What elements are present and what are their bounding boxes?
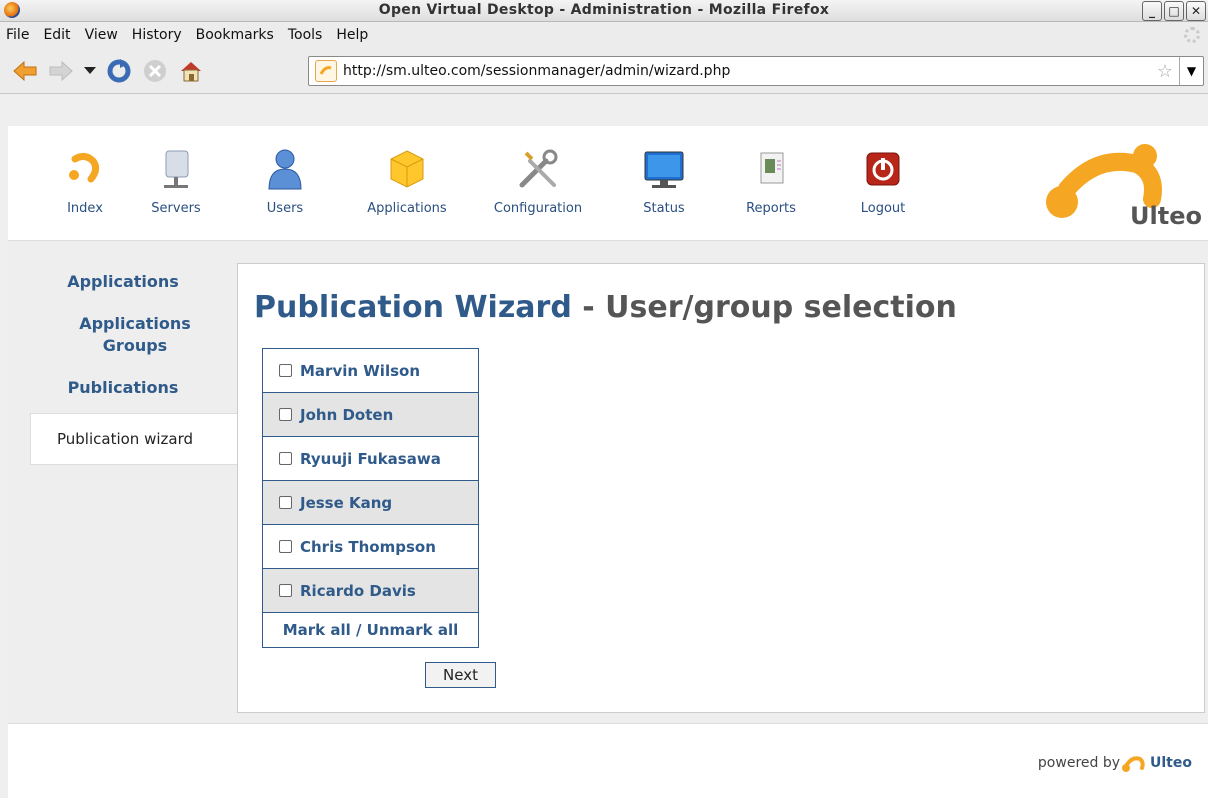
user-checkbox[interactable] bbox=[279, 452, 292, 465]
window-left-edge bbox=[0, 126, 8, 798]
url-dropdown-button[interactable]: ▼ bbox=[1179, 57, 1203, 85]
forward-button[interactable] bbox=[46, 56, 76, 86]
powered-by-text: powered by bbox=[1037, 755, 1121, 771]
page-title: Publication Wizard - User/group selectio… bbox=[254, 290, 957, 325]
package-icon bbox=[390, 150, 424, 188]
sidebar: Applications Applications Groups Publica… bbox=[8, 261, 238, 465]
bookmark-star-icon[interactable]: ☆ bbox=[1157, 61, 1173, 82]
ulteo-small-logo-icon bbox=[1122, 756, 1145, 772]
user-checkbox[interactable] bbox=[279, 364, 292, 377]
ulteo-index-icon bbox=[69, 152, 100, 183]
window-titlebar: Open Virtual Desktop - Administration - … bbox=[0, 0, 1208, 22]
user-name: Marvin Wilson bbox=[300, 361, 421, 380]
page-footer: powered by Ulteo bbox=[8, 723, 1208, 798]
ulteo-logo: Ulteo bbox=[1027, 134, 1202, 234]
nav-status[interactable]: Status bbox=[609, 140, 719, 216]
url-text[interactable]: http://sm.ulteo.com/sessionmanager/admin… bbox=[343, 63, 1157, 79]
chevron-down-icon bbox=[84, 66, 96, 74]
power-icon bbox=[866, 152, 900, 186]
maximize-button[interactable]: □ bbox=[1164, 1, 1184, 21]
sidebar-item-publication-wizard[interactable]: Publication wizard bbox=[30, 413, 238, 465]
admin-header: Index Servers Users Applications Configu… bbox=[8, 126, 1208, 241]
user-selection-table: Marvin Wilson John Doten Ryuuji Fukasawa… bbox=[262, 348, 479, 648]
stop-button[interactable] bbox=[140, 56, 170, 86]
back-button[interactable] bbox=[10, 56, 40, 86]
home-icon bbox=[181, 61, 201, 81]
user-checkbox[interactable] bbox=[279, 496, 292, 509]
mark-all-link[interactable]: Mark all / Unmark all bbox=[263, 613, 478, 647]
user-checkbox[interactable] bbox=[279, 584, 292, 597]
nav-configuration[interactable]: Configuration bbox=[483, 140, 593, 216]
close-button[interactable]: ✕ bbox=[1186, 1, 1206, 21]
throbber-icon bbox=[1184, 27, 1200, 43]
menu-edit[interactable]: Edit bbox=[43, 27, 70, 43]
powered-by[interactable]: powered by Ulteo bbox=[1038, 752, 1192, 774]
user-icon bbox=[268, 149, 302, 190]
user-name: Jesse Kang bbox=[300, 493, 393, 512]
history-dropdown[interactable] bbox=[82, 56, 98, 86]
ulteo-logo-text: Ulteo bbox=[1130, 202, 1202, 230]
user-row[interactable]: Ricardo Davis bbox=[263, 569, 478, 613]
menu-help[interactable]: Help bbox=[336, 27, 368, 43]
sidebar-item-publications[interactable]: Publications bbox=[8, 367, 238, 409]
web-page: Index Servers Users Applications Configu… bbox=[8, 126, 1208, 798]
menu-bar: File Edit View History Bookmarks Tools H… bbox=[0, 22, 1208, 48]
menu-file[interactable]: File bbox=[6, 27, 29, 43]
nav-applications[interactable]: Applications bbox=[352, 140, 462, 216]
window-title: Open Virtual Desktop - Administration - … bbox=[378, 2, 830, 18]
user-name: Chris Thompson bbox=[300, 537, 436, 556]
user-row[interactable]: John Doten bbox=[263, 393, 478, 437]
stop-icon bbox=[144, 59, 166, 82]
next-button[interactable]: Next bbox=[425, 662, 496, 688]
server-icon bbox=[164, 150, 189, 188]
nav-reports[interactable]: Reports bbox=[716, 140, 826, 216]
menu-view[interactable]: View bbox=[85, 27, 118, 43]
reload-icon bbox=[107, 58, 131, 82]
menu-tools[interactable]: Tools bbox=[288, 27, 323, 43]
sidebar-item-applications[interactable]: Applications bbox=[8, 261, 238, 303]
user-row[interactable]: Marvin Wilson bbox=[263, 349, 478, 393]
menu-bookmarks[interactable]: Bookmarks bbox=[196, 27, 274, 43]
wizard-title: Publication Wizard bbox=[254, 290, 572, 325]
wizard-step-title: - User/group selection bbox=[571, 290, 957, 325]
user-checkbox[interactable] bbox=[279, 540, 292, 553]
powered-by-brand: Ulteo bbox=[1150, 755, 1192, 771]
url-bar[interactable]: http://sm.ulteo.com/sessionmanager/admin… bbox=[308, 56, 1204, 86]
user-row[interactable]: Chris Thompson bbox=[263, 525, 478, 569]
user-row[interactable]: Jesse Kang bbox=[263, 481, 478, 525]
wizard-panel: Publication Wizard - User/group selectio… bbox=[237, 263, 1205, 713]
monitor-icon bbox=[644, 151, 684, 188]
content-area: Applications Applications Groups Publica… bbox=[8, 241, 1208, 723]
tools-icon bbox=[519, 149, 558, 188]
site-favicon-icon bbox=[315, 60, 337, 82]
home-button[interactable] bbox=[176, 56, 206, 86]
minimize-button[interactable]: _ bbox=[1142, 1, 1162, 21]
nav-users[interactable]: Users bbox=[230, 140, 340, 216]
menu-history[interactable]: History bbox=[132, 27, 182, 43]
user-row[interactable]: Ryuuji Fukasawa bbox=[263, 437, 478, 481]
sidebar-item-applications-groups[interactable]: Applications Groups bbox=[8, 303, 238, 367]
back-arrow-icon bbox=[13, 60, 37, 81]
nav-logout[interactable]: Logout bbox=[828, 140, 938, 216]
user-name: Ricardo Davis bbox=[300, 581, 416, 600]
report-document-icon bbox=[760, 152, 784, 184]
reload-button[interactable] bbox=[104, 56, 134, 86]
nav-servers[interactable]: Servers bbox=[121, 140, 231, 216]
user-checkbox[interactable] bbox=[279, 408, 292, 421]
user-name: John Doten bbox=[300, 405, 394, 424]
forward-arrow-icon bbox=[49, 60, 73, 81]
user-name: Ryuuji Fukasawa bbox=[300, 449, 441, 468]
navigation-toolbar: http://sm.ulteo.com/sessionmanager/admin… bbox=[0, 48, 1208, 94]
